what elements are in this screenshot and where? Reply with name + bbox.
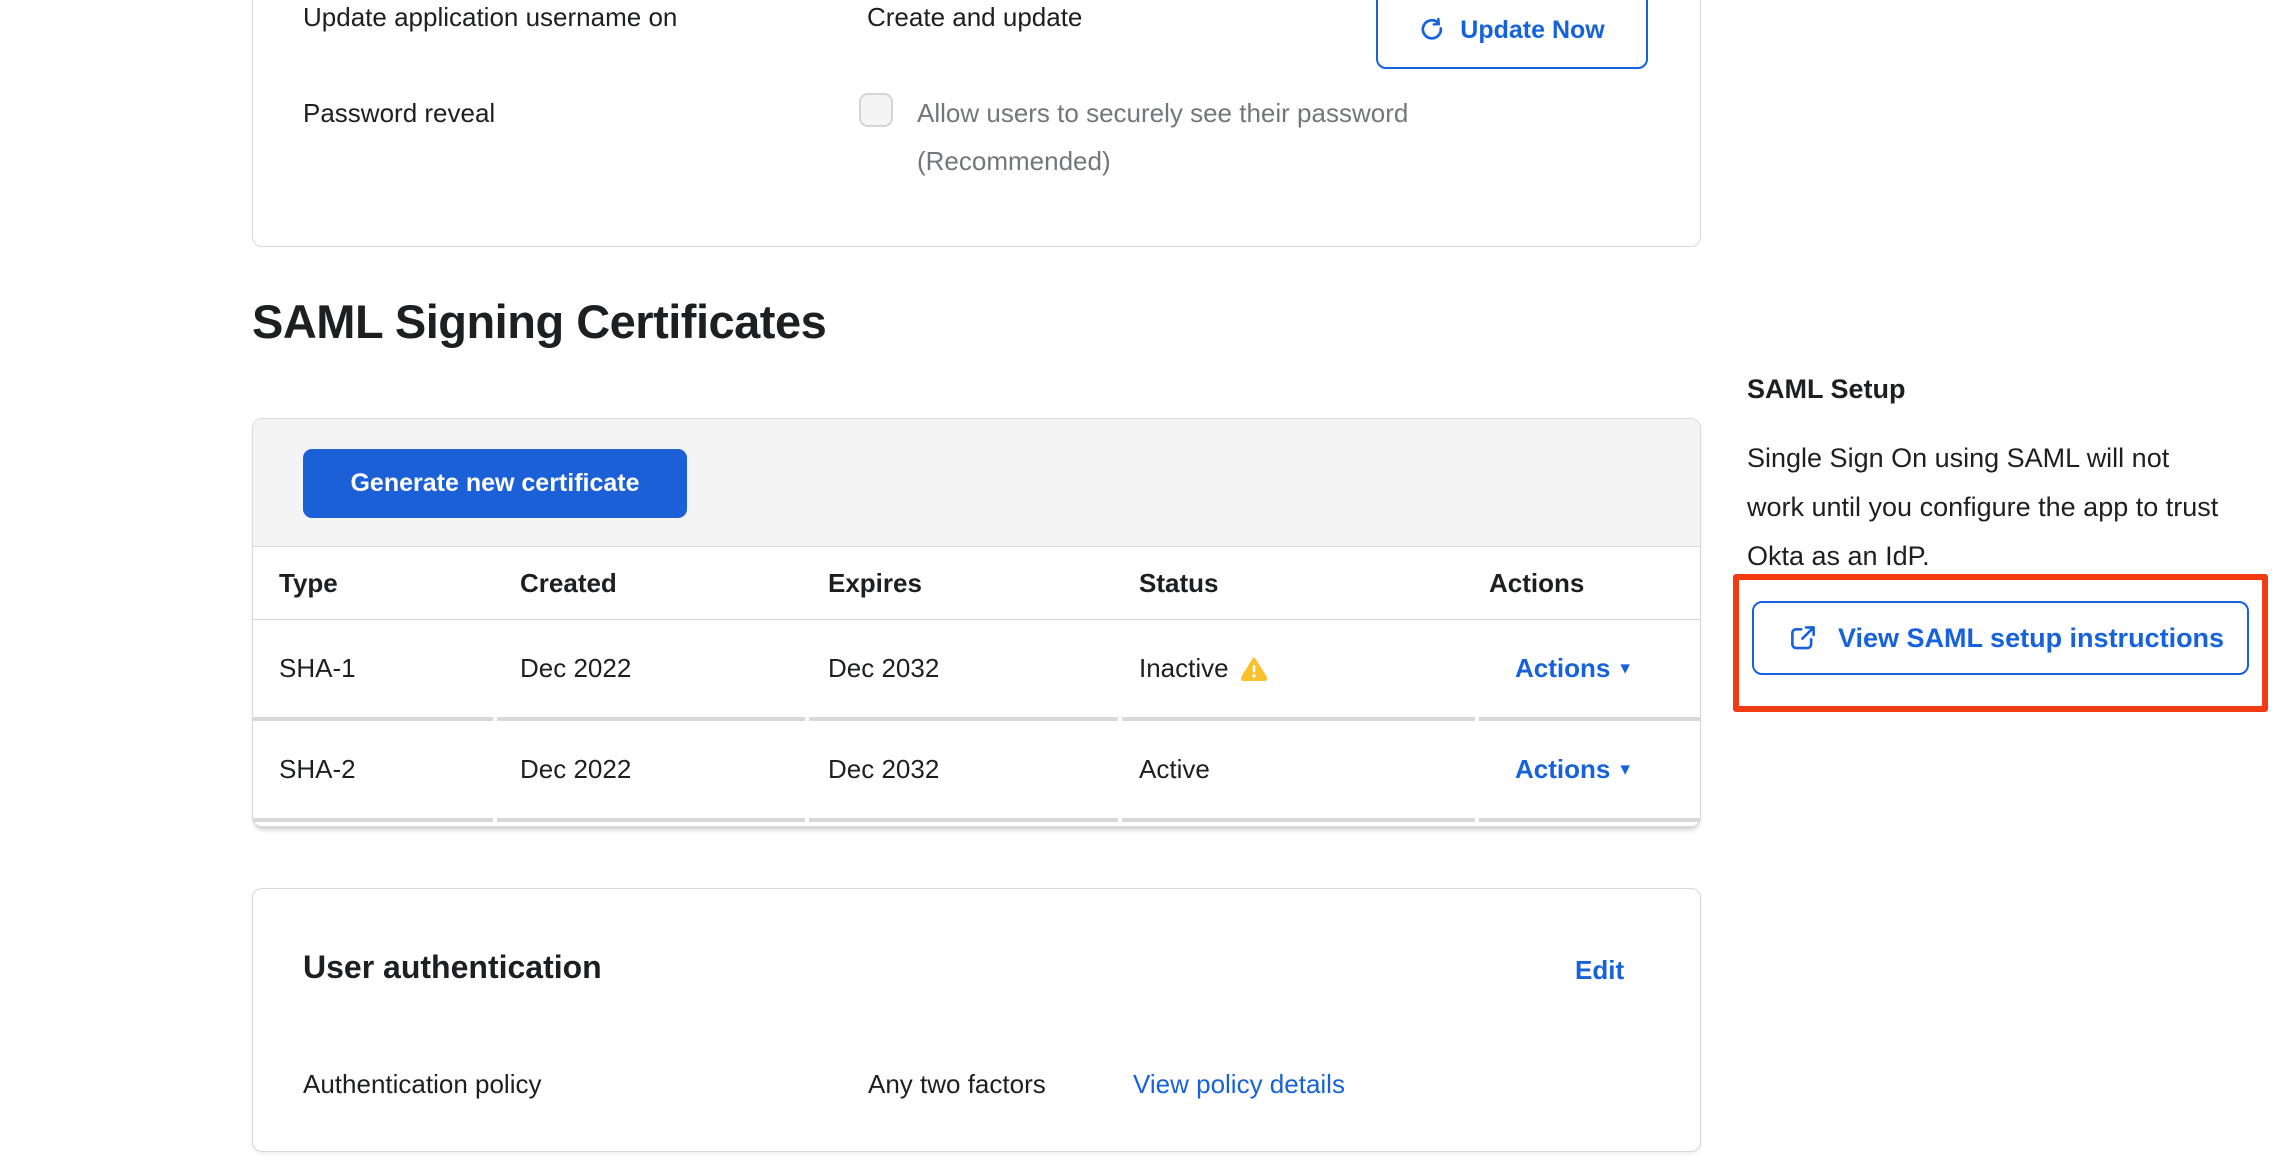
column-header-type: Type xyxy=(253,568,495,599)
view-saml-setup-instructions-label: View SAML setup instructions xyxy=(1838,623,2224,654)
actions-dropdown[interactable]: Actions ▾ xyxy=(1477,754,1700,785)
password-reveal-label: Password reveal xyxy=(303,97,495,129)
column-header-status: Status xyxy=(1120,568,1477,599)
cell-created: Dec 2022 xyxy=(495,754,807,785)
table-row-sha1: SHA-1 Dec 2022 Dec 2032 Inactive Actions… xyxy=(253,620,1700,717)
password-reveal-recommended-label: (Recommended) xyxy=(917,145,1111,177)
row-separator xyxy=(253,818,1700,822)
username-update-value: Create and update xyxy=(867,1,1082,33)
table-row-sha2: SHA-2 Dec 2022 Dec 2032 Active Actions ▾ xyxy=(253,721,1700,818)
actions-dropdown[interactable]: Actions ▾ xyxy=(1477,653,1700,684)
update-now-button[interactable]: Update Now xyxy=(1376,0,1648,69)
password-reveal-checkbox[interactable] xyxy=(859,93,893,127)
update-now-label: Update Now xyxy=(1460,16,1604,45)
caret-down-icon: ▾ xyxy=(1620,760,1630,779)
view-policy-details-link[interactable]: View policy details xyxy=(1133,1069,1345,1100)
status-text: Inactive xyxy=(1139,653,1229,684)
certificates-card-header: Generate new certificate xyxy=(253,419,1700,547)
certificates-card: Generate new certificate Type Created Ex… xyxy=(252,418,1701,827)
cell-status: Active xyxy=(1120,754,1477,785)
edit-link[interactable]: Edit xyxy=(1575,955,1624,986)
actions-label: Actions xyxy=(1515,653,1610,684)
status-text: Active xyxy=(1139,754,1210,785)
annotation-highlight-box: View SAML setup instructions xyxy=(1733,574,2268,712)
cell-type: SHA-2 xyxy=(253,754,495,785)
cell-status: Inactive xyxy=(1120,653,1477,684)
cell-expires: Dec 2032 xyxy=(807,754,1120,785)
warning-icon xyxy=(1241,657,1267,681)
user-authentication-card: User authentication Edit Authentication … xyxy=(252,888,1701,1152)
authentication-policy-label: Authentication policy xyxy=(303,1069,541,1100)
column-header-expires: Expires xyxy=(807,568,1120,599)
provisioning-card: Update application username on Create an… xyxy=(252,0,1701,247)
generate-certificate-button[interactable]: Generate new certificate xyxy=(303,449,687,518)
username-update-label: Update application username on xyxy=(303,1,677,33)
view-saml-setup-instructions-button[interactable]: View SAML setup instructions xyxy=(1752,601,2249,675)
password-reveal-checkbox-label: Allow users to securely see their passwo… xyxy=(917,97,1408,129)
caret-down-icon: ▾ xyxy=(1620,659,1630,678)
actions-label: Actions xyxy=(1515,754,1610,785)
saml-setup-title: SAML Setup xyxy=(1747,374,1906,405)
refresh-icon xyxy=(1419,17,1446,44)
page: Update application username on Create an… xyxy=(0,0,2279,1158)
cell-type: SHA-1 xyxy=(253,653,495,684)
external-link-icon xyxy=(1788,623,1818,653)
saml-setup-description: Single Sign On using SAML will not work … xyxy=(1747,434,2225,581)
column-header-created: Created xyxy=(495,568,807,599)
user-authentication-title: User authentication xyxy=(303,949,602,986)
column-header-actions: Actions xyxy=(1477,568,1700,599)
certificates-table-header: Type Created Expires Status Actions xyxy=(253,547,1700,620)
page-title: SAML Signing Certificates xyxy=(252,294,826,349)
cell-created: Dec 2022 xyxy=(495,653,807,684)
authentication-policy-value: Any two factors xyxy=(868,1069,1046,1100)
cell-expires: Dec 2032 xyxy=(807,653,1120,684)
